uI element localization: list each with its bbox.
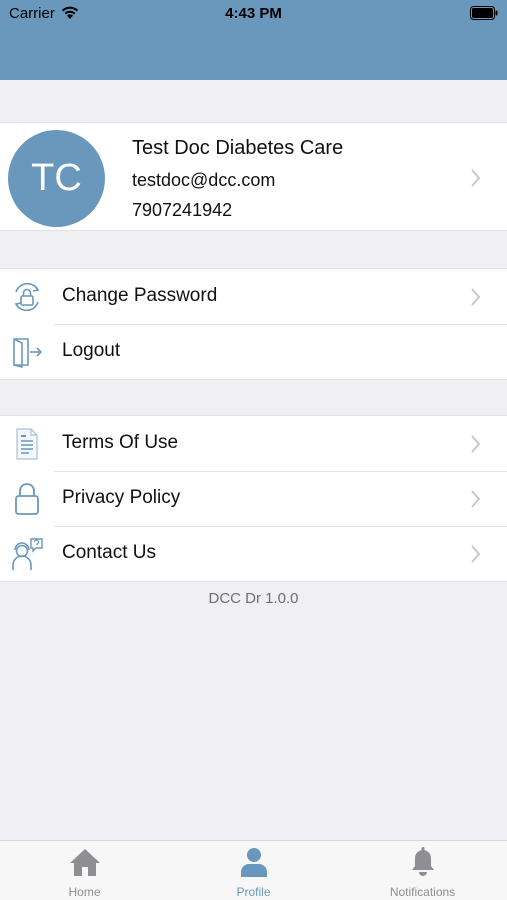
lock-refresh-icon	[14, 282, 40, 312]
profile-phone: 7907241942	[132, 200, 233, 220]
support-agent-icon	[12, 538, 43, 570]
contact-us-label: Contact Us	[62, 542, 156, 563]
chevron-right-icon	[471, 288, 481, 306]
document-icon	[16, 428, 38, 460]
tab-bar: Home Profile Notifications	[0, 840, 507, 900]
terms-of-use-row[interactable]: Terms Of Use	[0, 416, 507, 471]
tab-profile-label: Profile	[236, 885, 271, 899]
app-version: DCC Dr 1.0.0	[208, 590, 299, 607]
logout-icon	[13, 338, 43, 369]
tab-home-label: Home	[68, 885, 101, 899]
person-icon	[241, 848, 267, 877]
chevron-right-icon	[471, 490, 481, 508]
contact-us-row[interactable]: Contact Us	[0, 526, 507, 581]
account-menu: Change Password Logout	[0, 268, 507, 380]
change-password-row[interactable]: Change Password	[0, 269, 507, 324]
chevron-right-icon	[471, 435, 481, 453]
privacy-policy-label: Privacy Policy	[62, 487, 181, 508]
status-bar: Carrier 4:43 PM	[0, 0, 507, 28]
padlock-icon	[15, 483, 39, 515]
tab-notifications[interactable]: Notifications	[338, 841, 507, 900]
privacy-policy-row[interactable]: Privacy Policy	[0, 471, 507, 526]
profile-card[interactable]: TC Test Doc Diabetes Care testdoc@dcc.co…	[0, 122, 507, 231]
logout-row[interactable]: Logout	[0, 324, 507, 379]
status-time: 4:43 PM	[225, 5, 282, 22]
chevron-right-icon	[471, 169, 481, 187]
profile-email: testdoc@dcc.com	[132, 170, 276, 190]
logout-label: Logout	[62, 340, 121, 361]
tab-notifications-label: Notifications	[389, 885, 456, 899]
home-icon	[70, 849, 100, 876]
tab-home[interactable]: Home	[0, 841, 169, 900]
tab-profile[interactable]: Profile	[169, 841, 338, 900]
profile-name: Test Doc Diabetes Care	[132, 137, 344, 159]
avatar: TC	[8, 130, 105, 227]
change-password-label: Change Password	[62, 285, 218, 306]
info-menu: Terms Of Use Privacy Policy Contact Us	[0, 415, 507, 582]
battery-icon	[470, 6, 498, 20]
terms-of-use-label: Terms Of Use	[62, 432, 179, 453]
bell-icon	[412, 847, 434, 876]
chevron-right-icon	[471, 545, 481, 563]
